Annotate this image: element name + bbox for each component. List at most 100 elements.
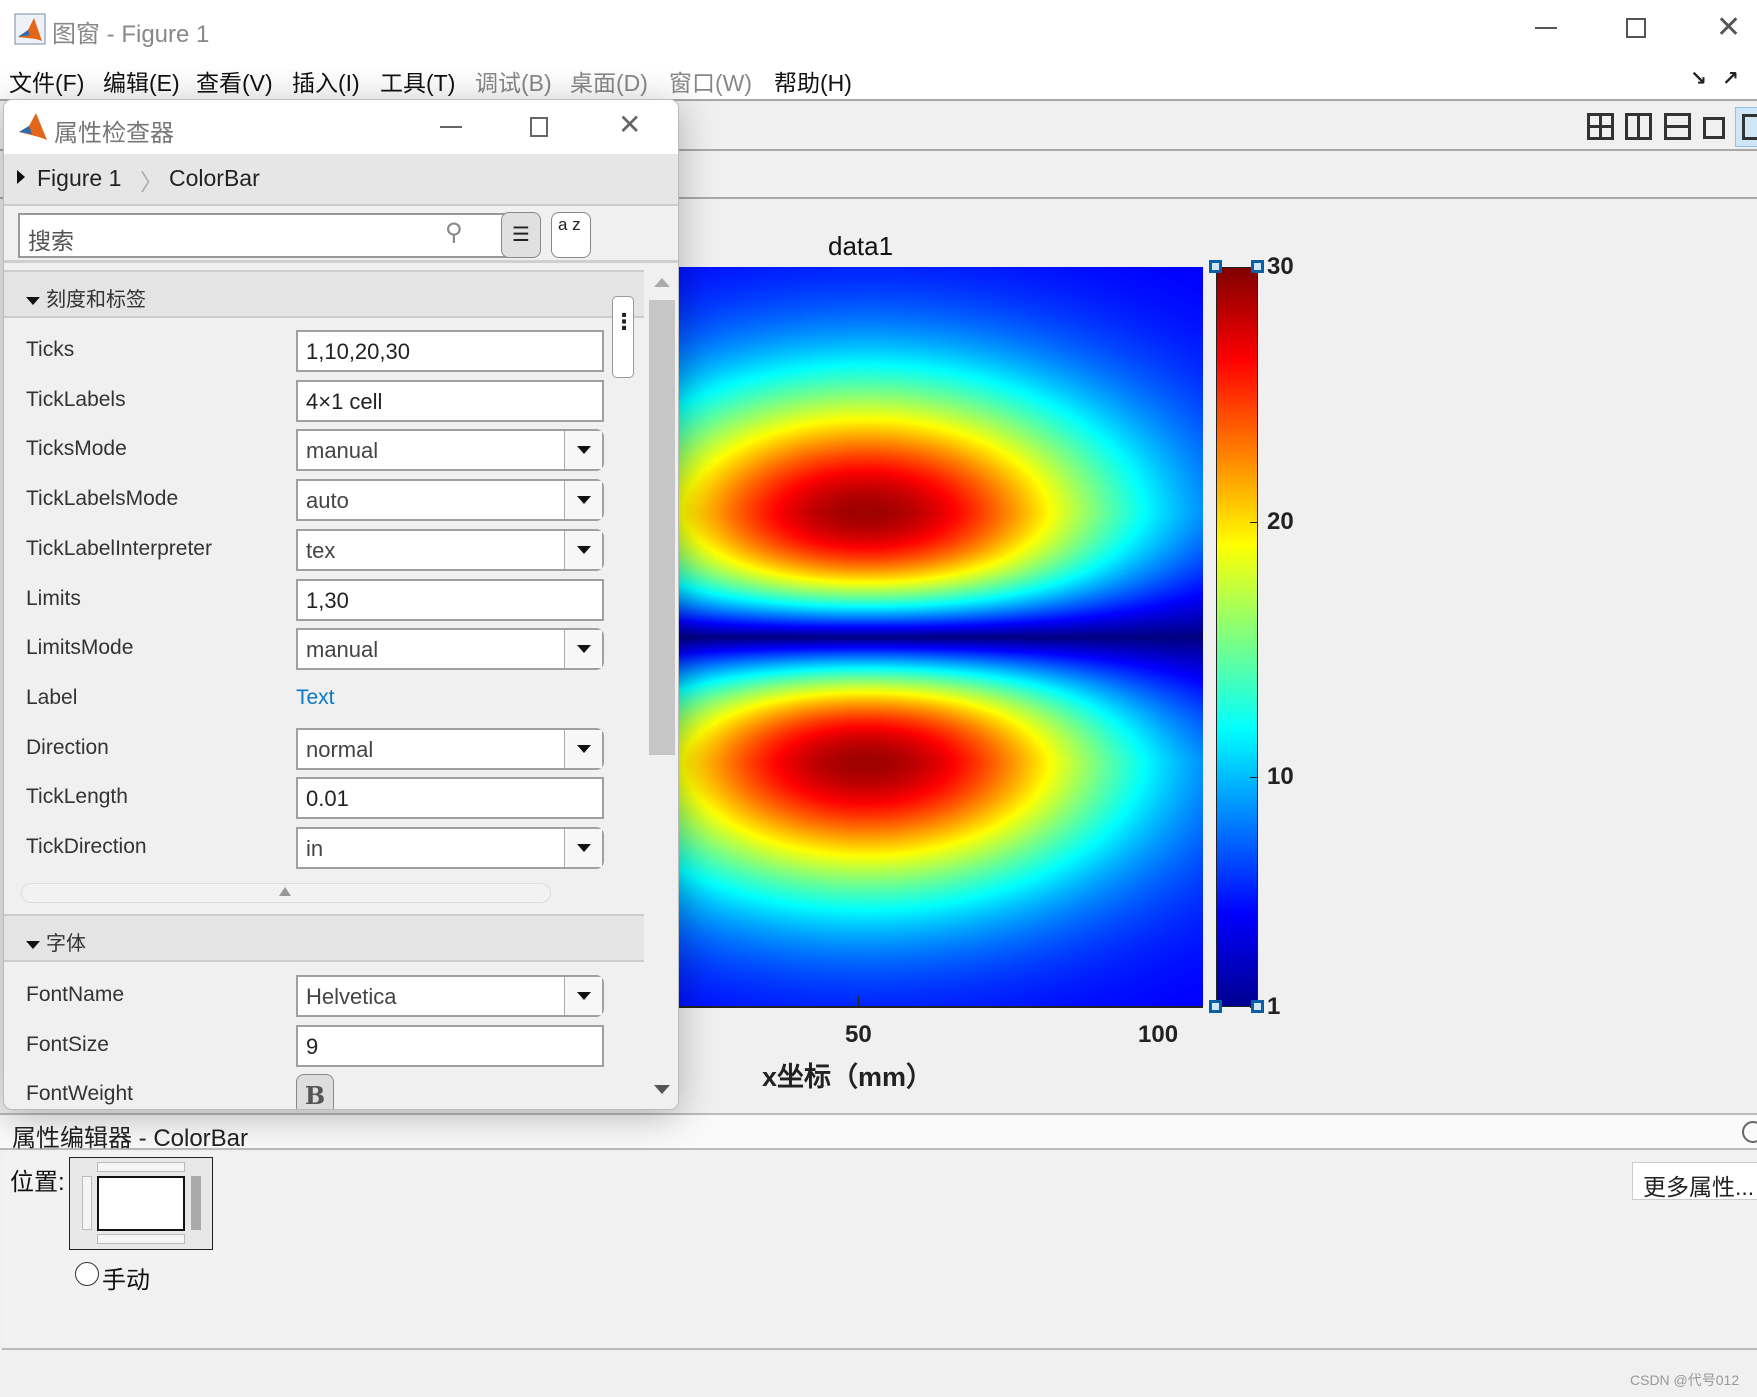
x-axis-label: x坐标（mm） [762, 1062, 934, 1092]
ticklabels-field[interactable]: 4×1 cell [296, 379, 604, 422]
property-row: TickLabels 4×1 cell [4, 376, 644, 426]
position-label: 位置: [10, 1169, 65, 1196]
chevron-down-icon [564, 977, 602, 1015]
float-icon[interactable] [1703, 117, 1725, 139]
section-title: 刻度和标签 [46, 289, 146, 311]
resize-handle-top-left[interactable] [1209, 260, 1222, 273]
property-row: TickDirection in [4, 823, 644, 873]
window-title: 图窗 - Figure 1 [52, 21, 210, 48]
fontsize-field[interactable]: 9 [296, 1024, 604, 1067]
minimize-button[interactable] [1535, 27, 1557, 29]
property-row: Limits 1,30 [4, 575, 644, 625]
property-row: FontSize 9 [4, 1021, 644, 1071]
property-row: TickLabelsMode auto [4, 475, 644, 525]
x-tick-label-50: 50 [845, 1021, 872, 1048]
resize-handle-bottom-left[interactable] [1209, 1000, 1222, 1013]
colorbar-tick-label: 30 [1267, 253, 1294, 280]
scroll-up-icon[interactable] [654, 278, 670, 287]
maximize-button[interactable] [1626, 18, 1646, 38]
tile-2x2-icon[interactable] [1587, 113, 1614, 140]
ticklength-field[interactable]: 0.01 [296, 777, 604, 820]
property-row: Label Text [4, 674, 644, 724]
property-row: LimitsMode manual [4, 624, 644, 674]
menu-window[interactable]: 窗口(W) [669, 64, 752, 98]
colorbar-tick-label: 10 [1267, 763, 1294, 791]
scrollbar-thumb[interactable] [649, 300, 675, 755]
property-label: TickLabelsMode [26, 487, 179, 511]
position-selector[interactable] [69, 1157, 213, 1250]
colorbar[interactable] [1216, 267, 1258, 1007]
label-link[interactable]: Text [296, 686, 335, 710]
menu-view[interactable]: 查看(V) [196, 64, 273, 98]
property-label: TickLength [26, 785, 128, 809]
section-header[interactable]: 刻度和标签 [4, 270, 644, 318]
undock-icon[interactable]: ↗ [1722, 66, 1739, 91]
property-row: Ticks 1,10,20,30 [4, 326, 644, 376]
chevron-up-icon [279, 887, 291, 896]
menu-edit[interactable]: 编辑(E) [103, 64, 180, 98]
matlab-logo-icon [14, 13, 46, 45]
manual-radio[interactable] [75, 1262, 99, 1286]
section-header[interactable]: 字体 [4, 914, 644, 962]
property-editor-header: 属性编辑器 - ColorBar [0, 1113, 1757, 1152]
chevron-down-icon [564, 729, 602, 768]
ticks-field[interactable]: 1,10,20,30 [296, 330, 604, 372]
limitsmode-dropdown[interactable]: manual [296, 628, 604, 671]
chevron-down-icon [564, 530, 602, 569]
colorbar-tick-label: 20 [1267, 508, 1294, 536]
resize-handle-bottom-right[interactable] [1251, 1000, 1264, 1013]
ticklabelsmode-dropdown[interactable]: auto [296, 479, 604, 522]
chevron-down-icon [564, 630, 602, 669]
menu-debug[interactable]: 调试(B) [475, 64, 552, 98]
property-row: TickLength 0.01 [4, 773, 644, 823]
property-editor-panel: 位置: 手动 更多属性... [2, 1150, 1757, 1350]
property-label: TickLabelInterpreter [26, 536, 212, 560]
menu-tools[interactable]: 工具(T) [380, 64, 455, 98]
property-label: FontName [26, 983, 125, 1006]
bold-toggle[interactable]: B [296, 1074, 334, 1109]
array-editor-button[interactable]: ⋮ [612, 296, 635, 378]
fontname-dropdown[interactable]: Helvetica [296, 975, 604, 1017]
menu-help[interactable]: 帮助(H) [774, 64, 852, 98]
ticklabelinterpreter-dropdown[interactable]: tex [296, 528, 604, 571]
property-label: LimitsMode [26, 636, 134, 660]
property-label: Direction [26, 735, 109, 759]
direction-dropdown[interactable]: normal [296, 727, 604, 770]
property-label: TickLabels [26, 387, 126, 411]
tile-top-bottom-icon[interactable] [1664, 113, 1691, 140]
colorbar-tick-mark [1250, 777, 1258, 779]
scroll-down-icon[interactable] [654, 1085, 670, 1094]
maximize-layout-icon[interactable] [1735, 107, 1757, 147]
tickdirection-dropdown[interactable]: in [296, 827, 604, 869]
more-properties-button[interactable]: 更多属性... [1632, 1162, 1757, 1200]
property-label: TickDirection [26, 835, 147, 858]
collapse-icon[interactable] [1742, 1121, 1757, 1143]
window-title-bar: 图窗 - Figure 1 ✕ [0, 0, 1757, 56]
dock-icon[interactable]: ↘ [1690, 66, 1707, 91]
property-label: TicksMode [26, 437, 127, 461]
close-button[interactable]: ✕ [1716, 10, 1741, 45]
property-label: Ticks [26, 338, 75, 361]
ticksmode-dropdown[interactable]: manual [296, 429, 604, 472]
chevron-down-icon [564, 829, 602, 867]
tile-left-right-icon[interactable] [1625, 113, 1652, 140]
colorbar-tick-mark [1250, 522, 1258, 524]
property-row: TickLabelInterpreter tex [4, 525, 644, 575]
manual-label: 手动 [102, 1267, 150, 1294]
chevron-down-icon [564, 481, 602, 520]
section-title: 字体 [46, 933, 86, 955]
limits-field[interactable]: 1,30 [296, 578, 604, 621]
property-label: FontSize [26, 1032, 109, 1056]
menu-file[interactable]: 文件(F) [9, 64, 84, 98]
property-inspector-window: 属性检查器 ✕ Figure 1 〉 ColorBar 搜索 ⚲ ☰ a z 刻… [3, 99, 679, 1110]
menu-desktop[interactable]: 桌面(D) [570, 64, 648, 98]
x-tick-mark-50 [858, 996, 859, 1006]
resize-handle-top-right[interactable] [1251, 260, 1264, 273]
scrollbar[interactable] [646, 270, 678, 1109]
show-less-button[interactable] [21, 883, 551, 903]
colorbar-tick-label: 1 [1267, 993, 1281, 1020]
menu-insert[interactable]: 插入(I) [292, 64, 360, 98]
collapse-triangle-icon [26, 940, 40, 949]
x-tick-mark-100 [1159, 996, 1160, 1006]
property-row: Direction normal [4, 724, 644, 774]
